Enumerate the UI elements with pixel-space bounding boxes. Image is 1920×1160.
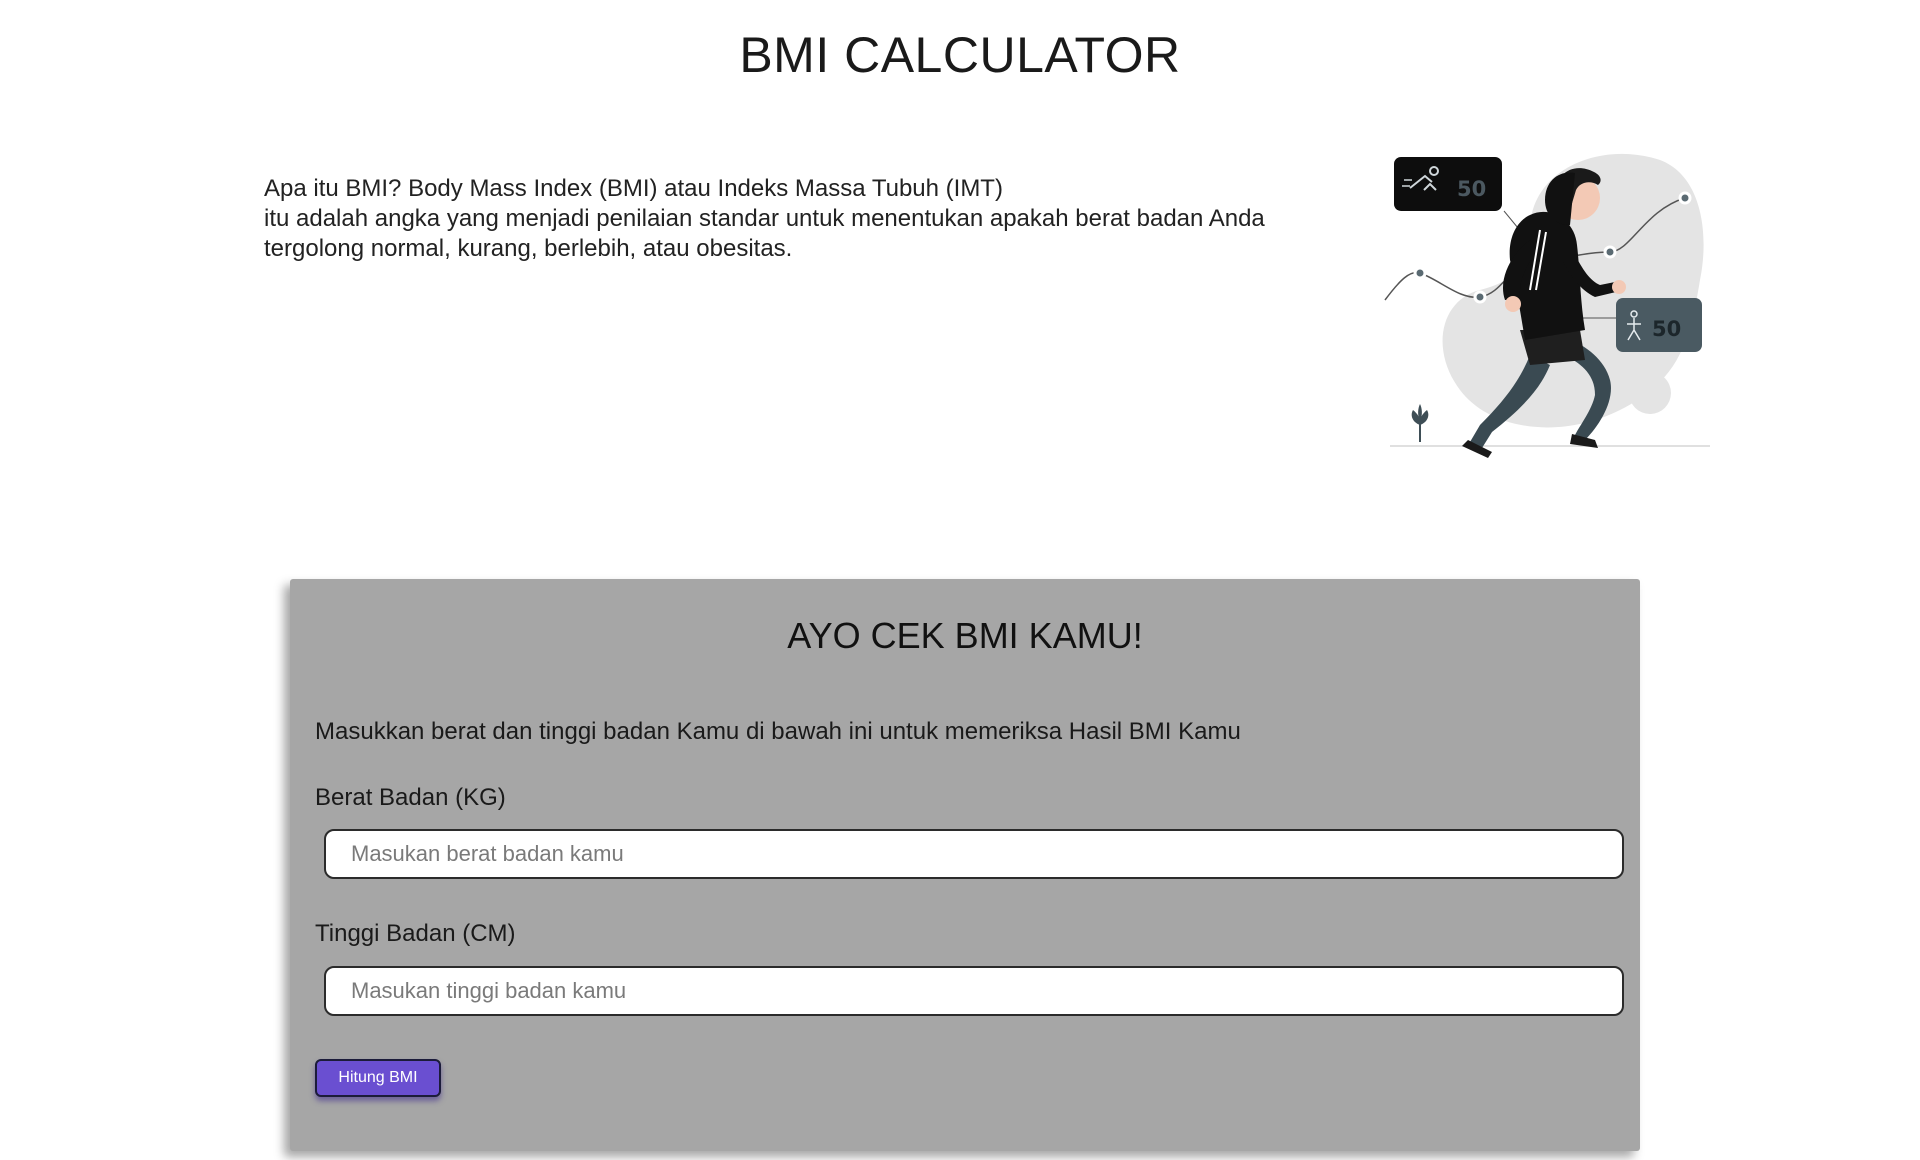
bmi-form-card: AYO CEK BMI KAMU! Masukkan berat dan tin… <box>290 579 1640 1151</box>
intro-line: Apa itu BMI? Body Mass Index (BMI) atau … <box>264 175 1003 202</box>
hand-front <box>1612 280 1626 294</box>
intro-text: Apa itu BMI? Body Mass Index (BMI) atau … <box>264 174 1314 264</box>
hand-back <box>1505 296 1521 312</box>
bmi-page: BMI CALCULATOR Apa itu BMI? Body Mass In… <box>0 0 1920 1160</box>
plant-icon <box>1411 404 1429 442</box>
badge-top-value: 50 <box>1457 177 1486 201</box>
weight-input[interactable] <box>324 829 1624 879</box>
runner-illustration: 50 50 <box>1384 153 1710 458</box>
intro-line: tergolong normal, kurang, berlebih, atau… <box>264 235 793 262</box>
weight-label: Berat Badan (KG) <box>315 784 506 811</box>
badge-right-value: 50 <box>1652 317 1681 341</box>
page-title: BMI CALCULATOR <box>739 27 1181 83</box>
form-description: Masukkan berat dan tinggi badan Kamu di … <box>315 718 1241 745</box>
stats-badge-top: 50 <box>1394 157 1519 229</box>
calculate-bmi-button[interactable]: Hitung BMI <box>315 1059 441 1097</box>
height-label: Tinggi Badan (CM) <box>315 920 516 947</box>
height-input[interactable] <box>324 966 1624 1016</box>
intro-line: itu adalah angka yang menjadi penilaian … <box>264 205 1265 232</box>
form-heading: AYO CEK BMI KAMU! <box>787 615 1143 656</box>
bubble-circle <box>1629 372 1671 414</box>
